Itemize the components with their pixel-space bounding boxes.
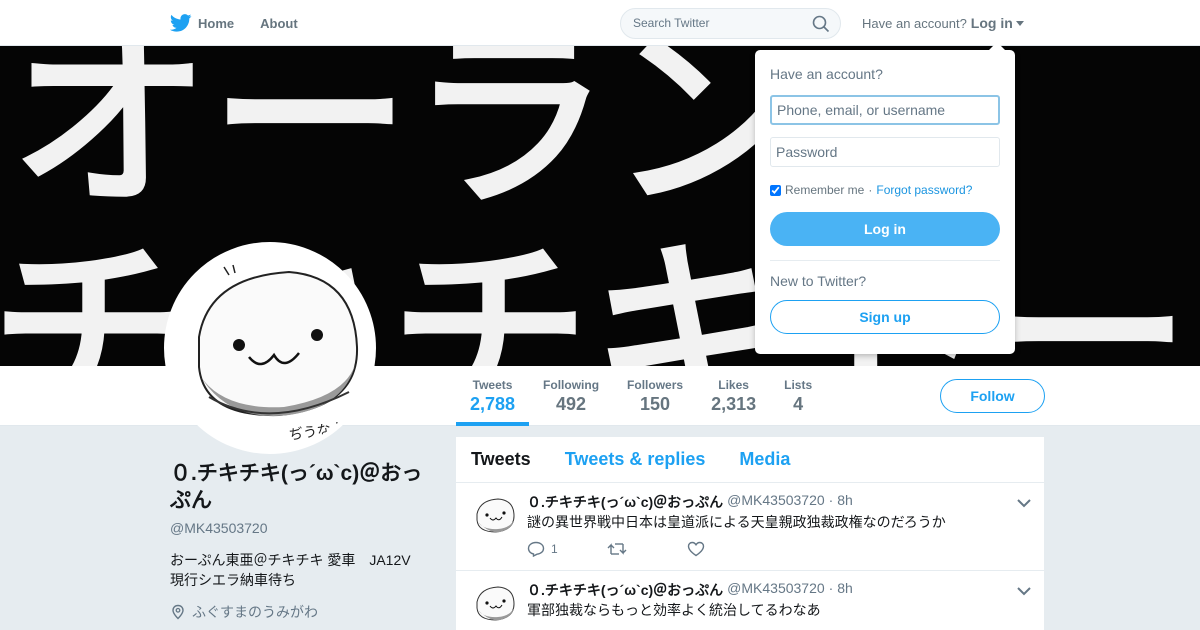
location-text: ふぐすまのうみがわ xyxy=(192,604,318,620)
stat-value: 2,313 xyxy=(711,394,757,414)
stat-value: 492 xyxy=(556,394,587,414)
tweet-avatar-image xyxy=(476,586,515,621)
reply-button[interactable]: 1 xyxy=(527,541,607,557)
search-box xyxy=(620,8,841,39)
retweet-icon xyxy=(607,543,627,555)
remember-row: Remember me · Forgot password? xyxy=(770,183,972,197)
heart-icon xyxy=(687,541,705,557)
top-navigation: Home About Have an account? Log in xyxy=(0,0,1200,46)
avatar-image: ぢうなよ xyxy=(169,247,371,449)
new-to-twitter-text: New to Twitter? xyxy=(770,273,867,289)
nav-home-label: Home xyxy=(198,15,235,31)
profile-location: ふぐすまのうみがわ xyxy=(170,602,440,622)
chevron-down-icon[interactable] xyxy=(1016,583,1032,599)
tweet-actions: 1 xyxy=(527,541,767,557)
tweet-header: ０.チキチキ(っ´ω`c)＠おっぷん @MK43503720 · 8h xyxy=(527,492,853,512)
banner-text-line1: オーラン xyxy=(10,46,810,236)
stat-label: Likes xyxy=(718,378,749,392)
tab-tweets-and-replies[interactable]: Tweets & replies xyxy=(565,449,706,470)
tweet-item[interactable]: ０.チキチキ(っ´ω`c)＠おっぷん @MK43503720 · 8h 軍部独裁… xyxy=(456,571,1044,630)
tweet-timestamp[interactable]: · 8h xyxy=(829,492,853,512)
profile-name[interactable]: ０.チキチキ(っ´ω`c)＠おっぷん xyxy=(170,460,440,514)
tweet-author-name[interactable]: ０.チキチキ(っ´ω`c)＠おっぷん xyxy=(527,492,723,512)
stat-lists[interactable]: Lists 4 xyxy=(770,366,826,426)
search-input[interactable] xyxy=(633,16,803,30)
tweet-avatar[interactable] xyxy=(470,492,518,540)
stat-label: Following xyxy=(543,378,600,392)
stat-following[interactable]: Following 492 xyxy=(529,366,613,426)
tab-media[interactable]: Media xyxy=(739,449,790,470)
have-account-text: Have an account? xyxy=(862,15,967,31)
timeline: Tweets Tweets & replies Media ０.チキチキ(っ´ω… xyxy=(456,437,1044,630)
password-field[interactable] xyxy=(770,137,1000,167)
profile-card: ０.チキチキ(っ´ω`c)＠おっぷん @MK43503720 おーぷん東亜＠チキ… xyxy=(170,460,440,622)
remember-me-label[interactable]: Remember me xyxy=(785,183,864,197)
chevron-down-icon[interactable] xyxy=(1016,495,1032,511)
login-button[interactable]: Log in xyxy=(770,212,1000,246)
username-field[interactable] xyxy=(770,95,1000,125)
tweet-item[interactable]: ０.チキチキ(っ´ω`c)＠おっぷん @MK43503720 · 8h 謎の異世… xyxy=(456,483,1044,571)
profile-handle[interactable]: @MK43503720 xyxy=(170,520,440,536)
twitter-bird-icon xyxy=(170,14,192,32)
tweet-header: ０.チキチキ(っ´ω`c)＠おっぷん @MK43503720 · 8h xyxy=(527,580,853,600)
signup-button[interactable]: Sign up xyxy=(770,300,1000,334)
stat-label: Followers xyxy=(627,378,684,392)
reply-icon xyxy=(527,541,545,557)
like-button[interactable] xyxy=(687,541,767,557)
profile-bio: おーぷん東亜＠チキチキ 愛車 JA12V 現行シエラ納車待ち xyxy=(170,552,411,588)
stat-likes[interactable]: Likes 2,313 xyxy=(697,366,770,426)
chevron-down-icon xyxy=(1015,20,1024,26)
stat-followers[interactable]: Followers 150 xyxy=(613,366,697,426)
follow-button[interactable]: Follow xyxy=(940,379,1045,413)
remember-me-checkbox[interactable] xyxy=(770,184,781,196)
nav-left: Home About xyxy=(170,0,298,46)
timeline-tabs: Tweets Tweets & replies Media xyxy=(456,437,1044,483)
nav-home-link[interactable]: Home xyxy=(170,14,234,32)
retweet-button[interactable] xyxy=(607,542,687,556)
stat-value: 4 xyxy=(793,394,804,414)
login-dropdown-toggle[interactable]: Log in xyxy=(971,15,1024,31)
login-dropdown: Have an account? Remember me · Forgot pa… xyxy=(755,42,1015,354)
tweet-text: 謎の異世界戦中日本は皇道派による天皇親政独裁政権なのだろうか xyxy=(527,514,946,530)
tweet-avatar[interactable] xyxy=(470,580,518,628)
location-pin-icon xyxy=(172,604,184,620)
stat-tweets[interactable]: Tweets 2,788 xyxy=(456,366,530,426)
tweet-author-handle[interactable]: @MK43503720 xyxy=(727,580,825,600)
forgot-password-link[interactable]: Forgot password? xyxy=(876,183,972,197)
reply-count: 1 xyxy=(551,542,558,556)
profile-stats: Tweets 2,788 Following 492 Followers 150… xyxy=(456,366,826,426)
tab-tweets[interactable]: Tweets xyxy=(471,449,531,470)
login-dropdown-title: Have an account? xyxy=(770,66,883,82)
nav-about-link[interactable]: About xyxy=(260,16,298,31)
tweet-author-handle[interactable]: @MK43503720 xyxy=(727,492,825,512)
profile-avatar[interactable]: ぢうなよ xyxy=(164,242,376,454)
stat-value: 150 xyxy=(640,394,671,414)
tweet-timestamp[interactable]: · 8h xyxy=(829,580,853,600)
tweet-text: 軍部独裁ならもっと効率よく統治してるわなあ xyxy=(527,602,821,618)
tweet-author-name[interactable]: ０.チキチキ(っ´ω`c)＠おっぷん xyxy=(527,580,723,600)
separator-dot: · xyxy=(868,183,873,197)
stat-value: 2,788 xyxy=(470,394,516,414)
stat-label: Tweets xyxy=(472,378,513,392)
stat-label: Lists xyxy=(784,378,813,392)
search-icon[interactable] xyxy=(812,15,830,33)
divider xyxy=(770,260,1000,261)
account-prompt: Have an account? Log in xyxy=(862,0,1024,46)
login-toggle-label: Log in xyxy=(970,15,1013,31)
tweet-avatar-image xyxy=(476,498,515,533)
